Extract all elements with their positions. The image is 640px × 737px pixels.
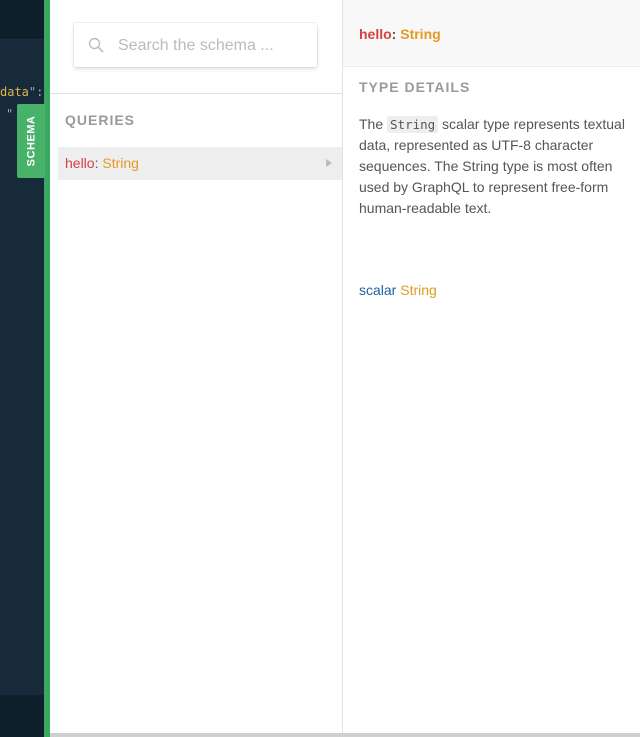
- search-box[interactable]: [74, 23, 317, 67]
- code-key: data: [0, 85, 29, 99]
- details-colon: :: [391, 26, 397, 42]
- details-type-link[interactable]: String: [400, 26, 440, 42]
- scalar-definition: scalar String: [359, 282, 437, 298]
- field-type-link[interactable]: String: [102, 155, 139, 171]
- description-prefix: The: [359, 116, 388, 132]
- search-input[interactable]: [116, 33, 310, 59]
- editor-toolbar: [0, 0, 44, 38]
- field-colon: :: [94, 155, 99, 171]
- panel-bottom-border: [50, 733, 640, 737]
- type-description: The String scalar type represents textua…: [359, 114, 629, 219]
- scalar-keyword: scalar: [359, 282, 397, 298]
- details-header: hello: String: [343, 0, 640, 67]
- scalar-type-name: String: [400, 282, 437, 298]
- search-icon: [88, 37, 104, 53]
- result-code-line: data":: [0, 85, 43, 99]
- queries-title: QUERIES: [65, 112, 136, 128]
- schema-tab[interactable]: SCHEMA: [17, 104, 45, 178]
- details-title: hello: String: [359, 26, 441, 42]
- type-details-panel: hello: String TYPE DETAILS The String sc…: [343, 0, 640, 733]
- description-code: String: [387, 116, 439, 133]
- schema-explorer: QUERIES hello: String: [50, 0, 343, 733]
- editor-footer: [0, 695, 44, 737]
- schema-tab-label: SCHEMA: [25, 115, 38, 167]
- type-details-title: TYPE DETAILS: [359, 79, 471, 95]
- field-name: hello: [65, 155, 95, 171]
- chevron-right-icon: [326, 159, 332, 167]
- result-code-line-2: ": [6, 107, 14, 121]
- search-area: [50, 0, 342, 94]
- query-item-hello[interactable]: hello: String: [58, 147, 342, 180]
- details-field-name: hello: [359, 26, 392, 42]
- code-punct: ":: [28, 85, 44, 99]
- query-field: hello: String: [65, 155, 139, 171]
